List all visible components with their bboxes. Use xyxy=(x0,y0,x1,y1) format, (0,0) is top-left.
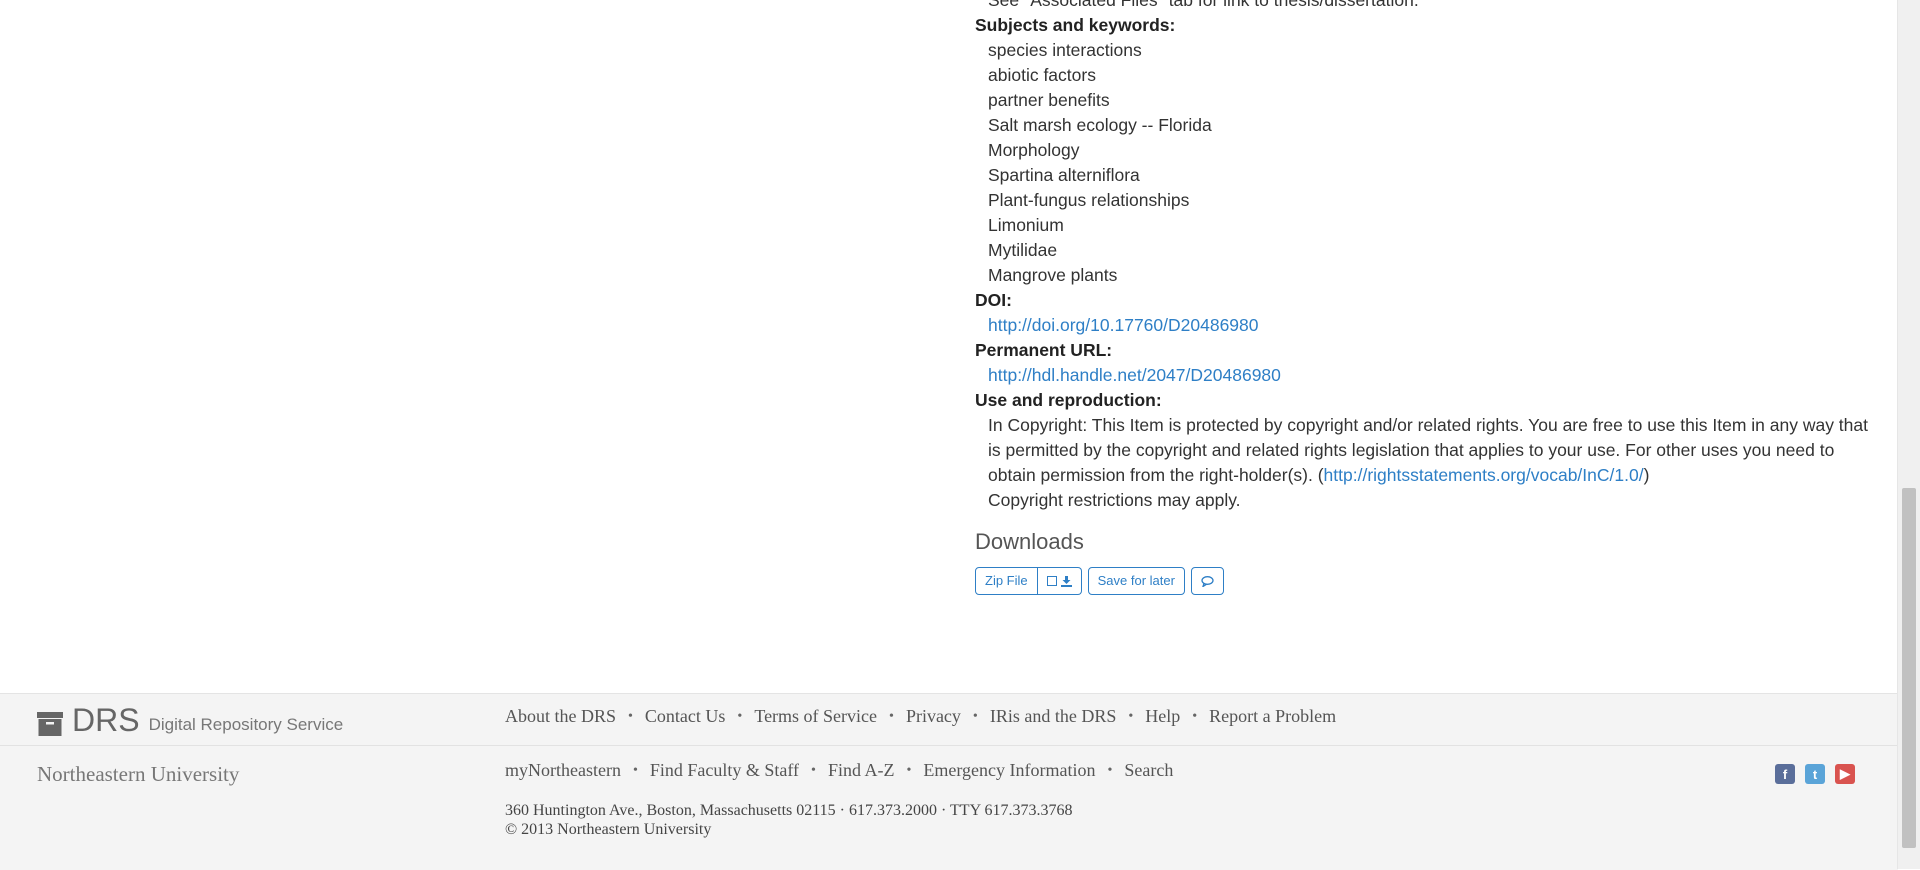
address-line: 360 Huntington Ave., Boston, Massachuset… xyxy=(505,802,1073,819)
comment-button[interactable] xyxy=(1190,567,1224,595)
drs-brand: DRS xyxy=(72,702,140,738)
permanent-url-label: Permanent URL: xyxy=(975,340,1113,360)
doi-label: DOI: xyxy=(975,290,1012,310)
site-footer: DRS Digital Repository Service About the… xyxy=(0,693,1898,870)
footer-link-mynortheastern[interactable]: myNortheastern xyxy=(505,760,621,781)
subject-item: Salt marsh ecology -- Florida xyxy=(988,115,1212,135)
footer-link-report[interactable]: Report a Problem xyxy=(1209,706,1336,727)
subject-item: partner benefits xyxy=(988,90,1110,110)
footer-link-help[interactable]: Help xyxy=(1145,706,1180,727)
archive-box-icon xyxy=(37,712,63,736)
copyright-line: © 2013 Northeastern University xyxy=(505,821,712,838)
subject-item: Mytilidae xyxy=(988,240,1058,260)
twitter-icon[interactable]: t xyxy=(1805,764,1825,784)
save-for-later-button[interactable]: Save for later xyxy=(1087,567,1185,595)
drs-logo[interactable]: DRS Digital Repository Service xyxy=(37,704,343,736)
footer-link-about[interactable]: About the DRS xyxy=(505,706,616,727)
subject-item: Mangrove plants xyxy=(988,265,1118,285)
footer-link-find-az[interactable]: Find A-Z xyxy=(828,760,895,781)
zip-download-group: Zip File xyxy=(975,567,1082,595)
footer-link-find-faculty[interactable]: Find Faculty & Staff xyxy=(650,760,799,781)
subject-item: Plant-fungus relationships xyxy=(988,190,1190,210)
footer-drs-links: About the DRS • Contact Us • Terms of Serv… xyxy=(505,706,1337,727)
footer-top-row: DRS Digital Repository Service About the… xyxy=(0,694,1898,746)
footer-link-privacy[interactable]: Privacy xyxy=(906,706,961,727)
use-reproduction-label: Use and reproduction: xyxy=(975,390,1162,410)
permanent-url-link[interactable]: http://hdl.handle.net/2047/D20486980 xyxy=(988,365,1281,385)
social-links: f t ▶ xyxy=(1775,764,1855,784)
select-download-button[interactable] xyxy=(1037,567,1082,595)
downloads-heading: Downloads xyxy=(975,529,1084,554)
copyright-note: Copyright restrictions may apply. xyxy=(988,490,1241,510)
subjects-label: Subjects and keywords: xyxy=(975,15,1176,35)
page-scrollbar[interactable] xyxy=(1897,0,1920,869)
download-icon xyxy=(1060,575,1072,587)
subject-item: Limonium xyxy=(988,215,1064,235)
footer-address: 360 Huntington Ave., Boston, Massachuset… xyxy=(505,801,1073,839)
subject-item: abiotic factors xyxy=(988,65,1096,85)
footer-link-search[interactable]: Search xyxy=(1124,760,1173,781)
drs-subtitle: Digital Repository Service xyxy=(148,715,344,734)
subject-item: Spartina alterniflora xyxy=(988,165,1140,185)
footer-university-links: myNortheastern • Find Faculty & Staff • Fi… xyxy=(505,760,1174,781)
subject-item: Morphology xyxy=(988,140,1080,160)
footer-link-terms[interactable]: Terms of Service xyxy=(754,706,877,727)
youtube-icon[interactable]: ▶ xyxy=(1835,764,1855,784)
university-name[interactable]: Northeastern University xyxy=(37,762,239,787)
footer-link-iris[interactable]: IRis and the DRS xyxy=(990,706,1117,727)
use-reproduction-text: In Copyright: This Item is protected by … xyxy=(988,415,1868,485)
footer-link-emergency[interactable]: Emergency Information xyxy=(923,760,1095,781)
download-toolbar: Zip File Save for later xyxy=(975,567,1865,595)
subject-item: species interactions xyxy=(988,40,1142,60)
doi-link[interactable]: http://doi.org/10.17760/D20486980 xyxy=(988,315,1259,335)
zip-file-button[interactable]: Zip File xyxy=(975,567,1038,595)
facebook-icon[interactable]: f xyxy=(1775,764,1795,784)
footer-link-contact[interactable]: Contact Us xyxy=(645,706,726,727)
item-metadata: Subjects and keywords: species interacti… xyxy=(975,0,1868,595)
scrollbar-thumb[interactable] xyxy=(1902,488,1916,848)
comment-icon xyxy=(1201,575,1214,587)
rights-statement-link[interactable]: http://rightsstatements.org/vocab/InC/1.… xyxy=(1324,465,1644,485)
checkbox-icon xyxy=(1046,576,1057,586)
